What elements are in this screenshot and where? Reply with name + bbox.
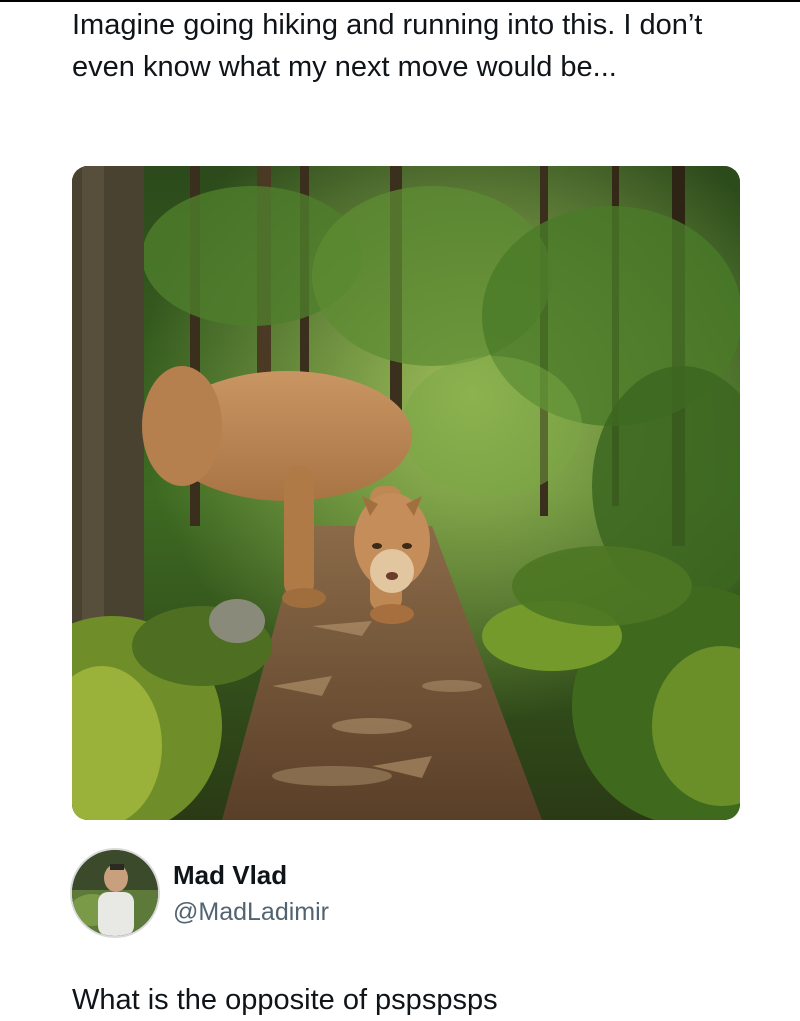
reply-text: What is the opposite of pspspsps bbox=[72, 984, 498, 1016]
author-card[interactable]: Mad Vlad @MadLadimir bbox=[72, 850, 672, 938]
top-divider bbox=[0, 0, 800, 2]
cougar-forest-photo bbox=[72, 166, 740, 820]
post-text: Imagine going hiking and running into th… bbox=[72, 9, 703, 83]
author-name[interactable]: Mad Vlad bbox=[173, 860, 287, 891]
avatar[interactable] bbox=[72, 850, 158, 936]
post-image[interactable] bbox=[72, 166, 740, 820]
author-handle[interactable]: @MadLadimir bbox=[173, 898, 329, 927]
avatar-image bbox=[72, 850, 158, 936]
